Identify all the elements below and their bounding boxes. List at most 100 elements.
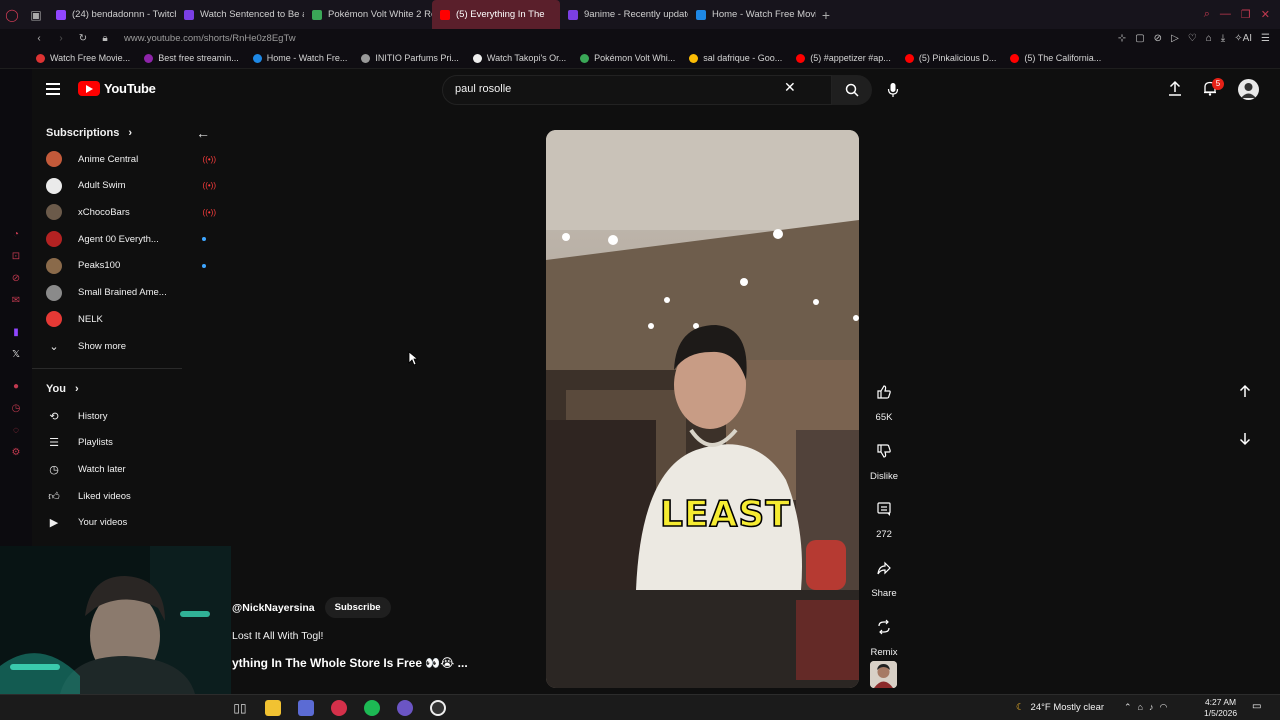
create-button[interactable] bbox=[1168, 80, 1182, 101]
browser-tab[interactable]: (24) bendadonnn - Twitch bbox=[48, 0, 176, 29]
volume-icon[interactable]: ♪ bbox=[1149, 702, 1154, 713]
subscriptions-header[interactable]: Subscriptions › bbox=[46, 127, 132, 139]
maximize-button[interactable]: ❐ bbox=[1241, 8, 1251, 21]
flow-icon[interactable]: ⊘ bbox=[10, 273, 22, 285]
weather-widget[interactable]: ☾ 24°F Mostly clear bbox=[1016, 702, 1104, 713]
bookmark-item[interactable]: Best free streamin... bbox=[144, 53, 239, 63]
comments-button[interactable]: 272 bbox=[864, 491, 904, 540]
minimize-button[interactable]: — bbox=[1220, 8, 1231, 21]
opera-taskbar-icon[interactable] bbox=[331, 700, 347, 716]
browser-tab[interactable]: Pokémon Volt White 2 Re bbox=[304, 0, 432, 29]
close-window-button[interactable]: ✕ bbox=[1261, 8, 1270, 21]
subscription-item[interactable]: xChocoBars ((•)) bbox=[46, 202, 216, 222]
messenger-icon[interactable]: ✉ bbox=[10, 295, 22, 307]
bookmark-item[interactable]: sal dafrique - Goo... bbox=[689, 53, 782, 63]
tab-overview-icon[interactable]: ▣ bbox=[24, 0, 48, 29]
heart-icon[interactable]: ♡ bbox=[1188, 33, 1197, 44]
browser-tab[interactable]: 9anime - Recently update bbox=[560, 0, 688, 29]
browser-tab[interactable]: Watch Sentenced to Be a bbox=[176, 0, 304, 29]
clear-search-icon[interactable]: ✕ bbox=[784, 80, 796, 94]
download-icon[interactable]: ⤓ bbox=[1221, 33, 1225, 44]
bookmark-item[interactable]: Pokémon Volt Whi... bbox=[580, 53, 675, 63]
search-button[interactable] bbox=[832, 75, 872, 105]
you-item[interactable]: ▶ Your videos bbox=[46, 513, 216, 533]
previous-short-button[interactable] bbox=[1234, 380, 1256, 402]
task-view-icon[interactable]: ▯▯ bbox=[232, 700, 248, 716]
subscription-item[interactable]: NELK bbox=[46, 309, 216, 329]
wifi-icon[interactable]: ◠ bbox=[1159, 702, 1167, 713]
music-icon[interactable]: ● bbox=[10, 381, 22, 393]
discord-icon[interactable] bbox=[397, 700, 413, 716]
pin-icon[interactable]: ⊹ bbox=[1118, 33, 1126, 44]
twitch-icon[interactable]: ▮ bbox=[10, 327, 22, 339]
clock[interactable]: 4:27 AM 1/5/2026 bbox=[1204, 697, 1237, 719]
voice-search-button[interactable] bbox=[880, 77, 906, 103]
browser-tab[interactable]: Home - Watch Free Movie bbox=[688, 0, 816, 29]
you-item[interactable]: ☰ Playlists bbox=[46, 433, 216, 453]
file-explorer-icon[interactable] bbox=[265, 700, 281, 716]
bookmark-item[interactable]: INITIO Parfums Pri... bbox=[361, 53, 459, 63]
subscription-item[interactable]: Adult Swim ((•)) bbox=[46, 176, 216, 196]
subscription-item[interactable]: Small Brained Ame... bbox=[46, 283, 216, 303]
shop-icon[interactable]: ⊡ bbox=[10, 251, 22, 263]
settings-rail-icon[interactable]: ⚙ bbox=[10, 447, 22, 459]
show-more-button[interactable]: ⌄ Show more bbox=[46, 336, 216, 356]
network-icon[interactable]: ⌂ bbox=[1138, 702, 1143, 713]
bookmark-item[interactable]: Home - Watch Fre... bbox=[252, 53, 347, 63]
spotify-icon[interactable] bbox=[364, 700, 380, 716]
history-rail-icon[interactable]: ◷ bbox=[10, 403, 22, 415]
account-avatar[interactable] bbox=[1238, 79, 1259, 100]
subscription-item[interactable]: Anime Central ((•)) bbox=[46, 149, 216, 169]
bookmark-item[interactable]: Watch Free Movie... bbox=[36, 53, 130, 63]
adblock-icon[interactable]: ⊘ bbox=[1154, 33, 1162, 44]
browser-tab[interactable]: (5) Everything In The bbox=[432, 0, 560, 29]
aria-icon[interactable]: ◔ bbox=[10, 229, 22, 241]
bookmark-favicon-icon bbox=[361, 53, 371, 63]
video-subtitle[interactable]: Lost It All With Togl! bbox=[232, 630, 323, 642]
bookmark-item[interactable]: Watch Takopi's Or... bbox=[472, 53, 566, 63]
next-short-button[interactable] bbox=[1234, 428, 1256, 450]
you-item[interactable]: ⟲ History bbox=[46, 406, 216, 426]
hamburger-menu-button[interactable] bbox=[46, 83, 60, 95]
search-input[interactable] bbox=[455, 83, 755, 95]
video-title[interactable]: ything In The Whole Store Is Free 👀😭 ... bbox=[232, 656, 468, 670]
bookmark-item[interactable]: (5) #appetizer #ap... bbox=[796, 53, 891, 63]
new-tab-button[interactable]: + bbox=[816, 7, 836, 23]
bookmark-item[interactable]: (5) The California... bbox=[1010, 53, 1101, 63]
you-header[interactable]: You › bbox=[46, 383, 79, 395]
url-field[interactable]: www.youtube.com/shorts/RnHe0z8EgTw bbox=[124, 33, 296, 44]
notification-center-icon[interactable]: ▭ bbox=[1252, 701, 1261, 712]
extensions-rail-icon[interactable]: ◌ bbox=[10, 425, 22, 437]
like-button[interactable]: 65K bbox=[864, 374, 904, 423]
sound-thumbnail[interactable] bbox=[870, 661, 897, 688]
back-button[interactable]: ‹ bbox=[30, 33, 48, 44]
obs-icon[interactable] bbox=[430, 700, 446, 716]
bookmark-label: Best free streamin... bbox=[158, 53, 239, 63]
subscribe-button[interactable]: Subscribe bbox=[324, 597, 391, 618]
bookmark-item[interactable]: (5) Pinkalicious D... bbox=[904, 53, 996, 63]
ai-icon[interactable]: ✧AI bbox=[1234, 33, 1252, 44]
easy-setup-icon[interactable]: ☰ bbox=[1261, 33, 1270, 44]
player-icon[interactable]: ▷ bbox=[1171, 33, 1179, 44]
wallet-icon[interactable]: ⌂ bbox=[1206, 33, 1212, 44]
subscription-item[interactable]: Peaks100 bbox=[46, 256, 216, 276]
you-item[interactable]: ◷ Watch later bbox=[46, 459, 216, 479]
opera-logo-icon[interactable]: ◯ bbox=[0, 0, 24, 29]
remix-button[interactable]: Remix bbox=[864, 609, 904, 658]
snapshot-icon[interactable]: ▢ bbox=[1135, 33, 1144, 44]
youtube-logo[interactable]: YouTube bbox=[78, 81, 156, 96]
reload-button[interactable]: ↻ bbox=[74, 33, 92, 44]
x-icon[interactable]: 𝕏 bbox=[10, 349, 22, 361]
collapse-arrow-icon[interactable]: ← bbox=[196, 125, 210, 141]
like-count: 65K bbox=[875, 412, 893, 423]
channel-name[interactable]: @NickNayersina bbox=[232, 602, 315, 614]
search-tabs-icon[interactable]: ⌕ bbox=[1204, 8, 1210, 21]
dislike-button[interactable]: Dislike bbox=[864, 433, 904, 482]
forward-button[interactable]: › bbox=[52, 33, 70, 44]
share-button[interactable]: Share bbox=[864, 550, 904, 599]
you-item[interactable]: 👍︎ Liked videos bbox=[46, 486, 216, 506]
subscription-item[interactable]: Agent 00 Everyth... bbox=[46, 229, 216, 249]
short-video-player[interactable] bbox=[546, 130, 859, 688]
tray-overflow-icon[interactable]: ⌃ bbox=[1124, 702, 1132, 713]
store-icon[interactable] bbox=[298, 700, 314, 716]
